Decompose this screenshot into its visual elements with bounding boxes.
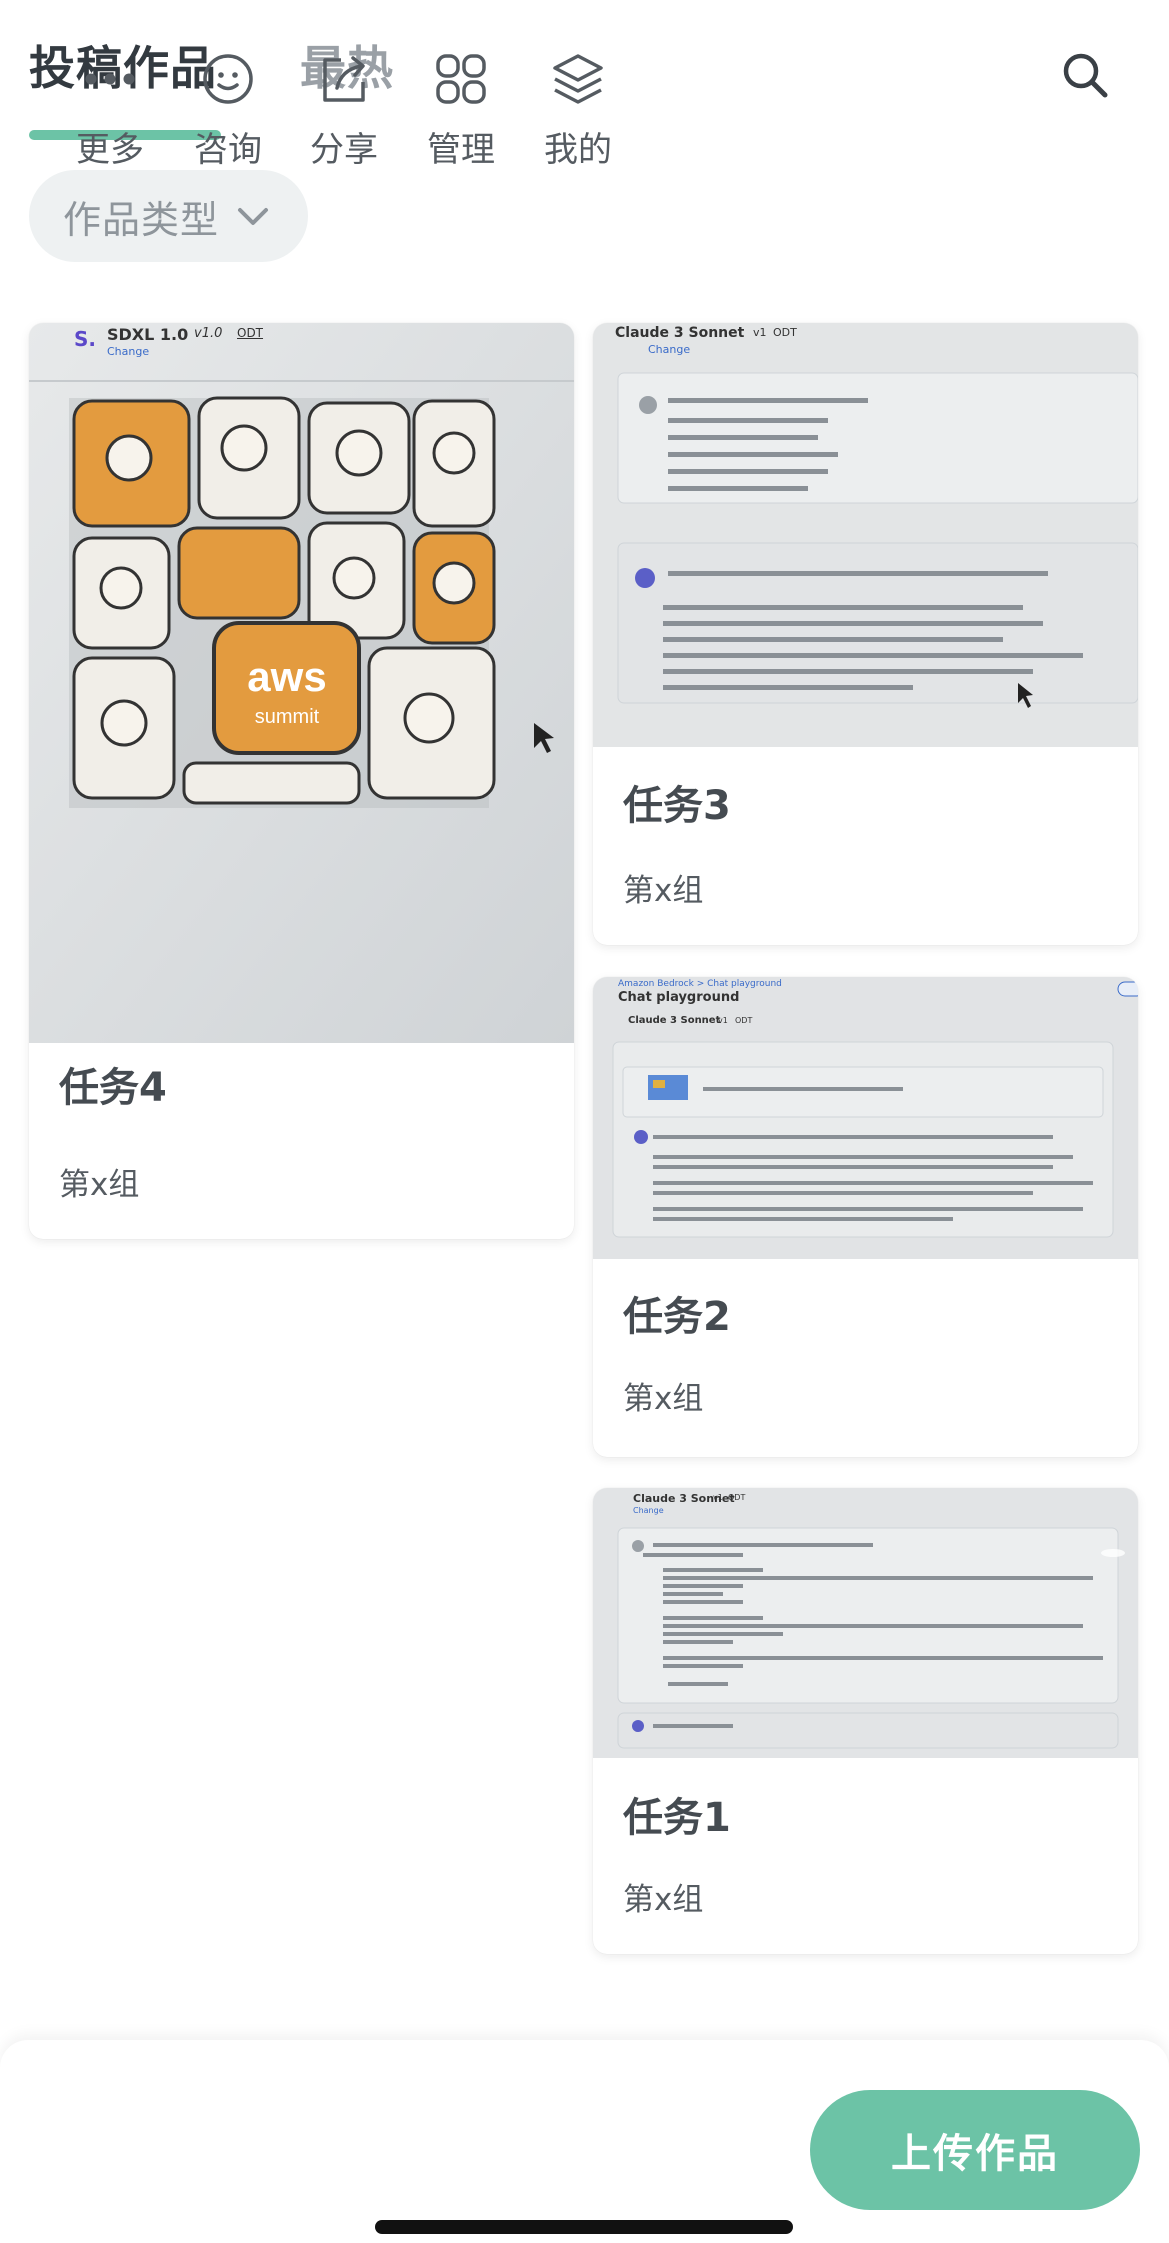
card-group: 第x组 (623, 873, 704, 909)
thumb-version: v1 (753, 326, 767, 339)
nav-consult[interactable]: 咨询 (180, 50, 276, 170)
card-title: 任务2 (623, 1294, 731, 1340)
thumb-breadcrumb: Amazon Bedrock > Chat playground (618, 979, 782, 989)
thumb-version: v1.0 (194, 326, 223, 341)
grid-icon (432, 50, 490, 108)
card-title: 任务4 (59, 1065, 167, 1111)
thumb-page-title: Chat playground (618, 990, 740, 1005)
thumb-change-link: Change (648, 343, 691, 356)
thumb-tag: ODT (728, 1493, 746, 1502)
nav-label: 分享 (310, 130, 378, 170)
thumb-tag: ODT (237, 326, 264, 340)
thumb-app-name: SDXL 1.0 (107, 325, 189, 344)
thumb-tag: ODT (773, 326, 797, 339)
card-title: 任务3 (623, 783, 731, 829)
work-thumbnail: aws summit S. SDXL 1.0 v1.0 ODT Change (29, 323, 574, 1043)
nav-share[interactable]: 分享 (296, 50, 392, 170)
work-card-task3[interactable]: Claude 3 Sonnet v1 ODT Change 任务3 第x组 (593, 323, 1138, 945)
thumb-change-link: Change (107, 345, 150, 358)
thumb-change-link: Change (633, 1506, 664, 1515)
thumb-version: v1 (718, 1016, 728, 1025)
work-card-task4[interactable]: aws summit S. SDXL 1.0 v1.0 ODT Change 任… (29, 323, 574, 1239)
work-thumbnail: Claude 3 Sonnet v1 ODT Change (593, 1488, 1138, 1758)
nav-label: 更多 (76, 130, 144, 170)
thumb-app-name: Claude 3 Sonnet (628, 1015, 721, 1026)
nav-manage[interactable]: 管理 (413, 50, 509, 170)
chevron-down-icon (238, 208, 269, 225)
card-group: 第x组 (623, 1381, 704, 1417)
filter-label: 作品类型 (63, 197, 220, 242)
home-indicator (375, 2220, 793, 2234)
aws-logo-text: aws (247, 653, 326, 700)
smile-icon (199, 50, 257, 108)
nav-mine[interactable]: 我的 (530, 50, 626, 170)
work-card-task1[interactable]: Claude 3 Sonnet v1 ODT Change 任务1 第x组 (593, 1488, 1138, 1954)
nav-label: 管理 (427, 130, 495, 170)
search-button[interactable] (1050, 40, 1120, 110)
thumb-version: v1 (713, 1493, 723, 1502)
card-group: 第x组 (623, 1882, 704, 1918)
more-icon (81, 50, 139, 108)
thumb-app-name: Claude 3 Sonnet (615, 325, 745, 341)
thumb-tag: ODT (735, 1016, 753, 1025)
work-thumbnail: Claude 3 Sonnet v1 ODT Change (593, 323, 1138, 747)
work-thumbnail: Amazon Bedrock > Chat playground Chat pl… (593, 977, 1138, 1259)
nav-label: 我的 (544, 130, 612, 170)
nav-label: 咨询 (194, 130, 262, 170)
aws-logo-subtext: summit (255, 706, 320, 728)
card-group: 第x组 (59, 1167, 140, 1203)
work-card-task2[interactable]: Amazon Bedrock > Chat playground Chat pl… (593, 977, 1138, 1457)
upload-work-button[interactable]: 上传作品 (810, 2090, 1140, 2210)
layers-icon (549, 50, 607, 108)
share-icon (315, 50, 373, 108)
search-icon (1063, 53, 1108, 98)
sdxl-logo: S. (74, 327, 97, 351)
work-type-filter[interactable]: 作品类型 (29, 170, 308, 262)
card-title: 任务1 (623, 1795, 731, 1841)
nav-more[interactable]: 更多 (62, 50, 158, 170)
